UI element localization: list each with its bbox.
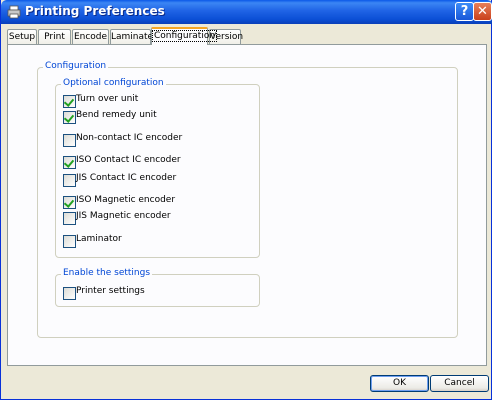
tab-configuration-label: Configuration — [152, 30, 218, 42]
enable-settings-title: Enable the settings — [61, 268, 153, 278]
checkbox-label: Printer settings — [76, 286, 145, 296]
help-button[interactable]: ? — [455, 2, 474, 21]
checkmark-icon — [63, 112, 75, 123]
checkbox-label: JIS Magnetic encoder — [76, 211, 171, 221]
tab-setup[interactable]: Setup — [7, 29, 37, 44]
tab-laminate[interactable]: Laminate — [110, 29, 153, 44]
checkbox-box[interactable] — [63, 212, 76, 225]
checkmark-icon — [63, 157, 75, 168]
optional-configuration-title: Optional configuration — [61, 78, 166, 88]
checkbox-label: Laminator — [76, 234, 122, 244]
close-button[interactable]: ✕ — [473, 2, 492, 21]
checkbox-label: JIS Contact IC encoder — [76, 173, 177, 183]
cancel-button[interactable]: Cancel — [430, 375, 489, 392]
title-bar[interactable]: Printing Preferences ? ✕ — [1, 0, 492, 24]
tab-encode[interactable]: Encode — [72, 29, 109, 44]
checkbox-label: ISO Contact IC encoder — [76, 155, 181, 165]
checkbox-label: Bend remedy unit — [76, 110, 157, 120]
checkbox-box[interactable] — [63, 95, 76, 108]
printing-preferences-window: Printing Preferences ? ✕ Setup Print Enc… — [0, 0, 492, 400]
checkbox-label: ISO Magnetic encoder — [76, 195, 176, 205]
checkbox-box[interactable] — [63, 134, 76, 147]
checkbox-box[interactable] — [63, 174, 76, 187]
checkmark-icon — [63, 96, 75, 107]
checkmark-icon — [63, 197, 75, 208]
checkbox-box[interactable] — [63, 235, 76, 248]
tab-configuration[interactable]: Configuration — [151, 27, 218, 45]
printer-icon — [7, 5, 21, 19]
window-title: Printing Preferences — [25, 4, 165, 18]
checkbox-box[interactable] — [63, 287, 76, 300]
configuration-group-title: Configuration — [43, 61, 109, 71]
tab-print[interactable]: Print — [38, 29, 71, 44]
checkbox-box[interactable] — [63, 196, 76, 209]
checkbox-box[interactable] — [63, 156, 76, 169]
checkbox-box[interactable] — [63, 111, 76, 124]
checkbox-label: Non-contact IC encoder — [76, 133, 183, 143]
ok-button[interactable]: OK — [370, 375, 429, 392]
checkbox-label: Turn over unit — [76, 94, 139, 104]
